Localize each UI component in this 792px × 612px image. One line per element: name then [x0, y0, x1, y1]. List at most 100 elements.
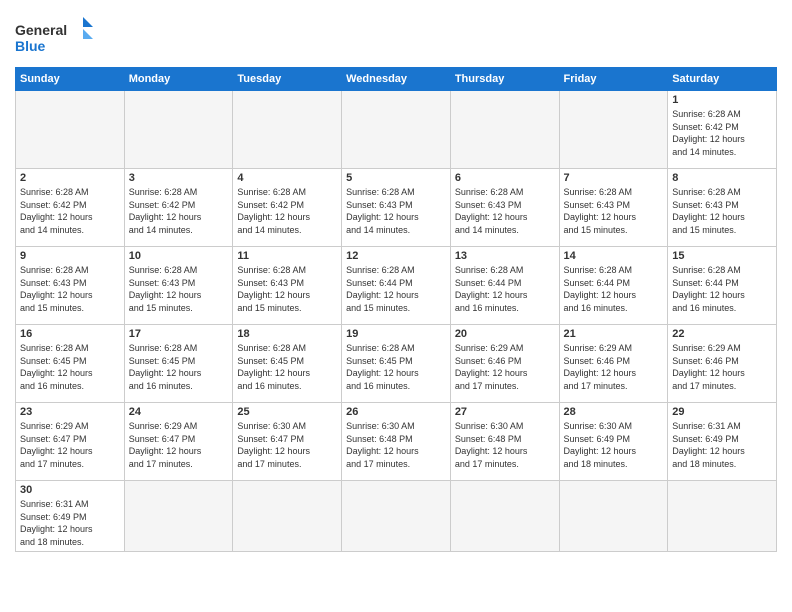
day-number: 28 — [564, 406, 664, 418]
day-info: Sunrise: 6:28 AM Sunset: 6:42 PM Dayligh… — [129, 186, 229, 236]
calendar-cell: 12 Sunrise: 6:28 AM Sunset: 6:44 PM Dayli… — [342, 247, 451, 325]
day-number: 3 — [129, 172, 229, 184]
day-info: Sunrise: 6:30 AM Sunset: 6:48 PM Dayligh… — [346, 420, 446, 470]
day-info: Sunrise: 6:28 AM Sunset: 6:44 PM Dayligh… — [672, 264, 772, 314]
calendar-cell — [450, 481, 559, 552]
day-number: 20 — [455, 328, 555, 340]
day-number: 5 — [346, 172, 446, 184]
calendar-cell — [559, 481, 668, 552]
calendar-week-row: 9 Sunrise: 6:28 AM Sunset: 6:43 PM Daylig… — [16, 247, 777, 325]
calendar-week-row: 1 Sunrise: 6:28 AM Sunset: 6:42 PM Daylig… — [16, 91, 777, 169]
day-info: Sunrise: 6:28 AM Sunset: 6:44 PM Dayligh… — [455, 264, 555, 314]
day-number: 19 — [346, 328, 446, 340]
day-info: Sunrise: 6:28 AM Sunset: 6:45 PM Dayligh… — [346, 342, 446, 392]
calendar-cell: 6 Sunrise: 6:28 AM Sunset: 6:43 PM Daylig… — [450, 169, 559, 247]
day-number: 9 — [20, 250, 120, 262]
calendar-cell: 15Sunrise: 6:28 AM Sunset: 6:44 PM Dayli… — [668, 247, 777, 325]
day-info: Sunrise: 6:28 AM Sunset: 6:43 PM Dayligh… — [346, 186, 446, 236]
calendar-cell: 18Sunrise: 6:28 AM Sunset: 6:45 PM Dayli… — [233, 325, 342, 403]
day-number: 4 — [237, 172, 337, 184]
calendar-cell — [342, 481, 451, 552]
day-info: Sunrise: 6:28 AM Sunset: 6:43 PM Dayligh… — [237, 264, 337, 314]
calendar-cell — [16, 91, 125, 169]
day-info: Sunrise: 6:29 AM Sunset: 6:47 PM Dayligh… — [20, 420, 120, 470]
calendar-cell: 3 Sunrise: 6:28 AM Sunset: 6:42 PM Daylig… — [124, 169, 233, 247]
calendar-cell: 30Sunrise: 6:31 AM Sunset: 6:49 PM Dayli… — [16, 481, 125, 552]
calendar-day-header: Wednesday — [342, 68, 451, 91]
day-info: Sunrise: 6:28 AM Sunset: 6:42 PM Dayligh… — [237, 186, 337, 236]
day-number: 29 — [672, 406, 772, 418]
day-number: 23 — [20, 406, 120, 418]
calendar-cell — [124, 481, 233, 552]
day-info: Sunrise: 6:28 AM Sunset: 6:42 PM Dayligh… — [20, 186, 120, 236]
logo-container: General Blue — [15, 15, 95, 57]
day-number: 1 — [672, 94, 772, 106]
calendar-cell — [668, 481, 777, 552]
day-info: Sunrise: 6:29 AM Sunset: 6:46 PM Dayligh… — [564, 342, 664, 392]
calendar-cell: 14Sunrise: 6:28 AM Sunset: 6:44 PM Dayli… — [559, 247, 668, 325]
calendar-day-header: Tuesday — [233, 68, 342, 91]
calendar-cell: 22 Sunrise: 6:29 AM Sunset: 6:46 PM Dayli… — [668, 325, 777, 403]
calendar-cell: 23 Sunrise: 6:29 AM Sunset: 6:47 PM Dayli… — [16, 403, 125, 481]
svg-text:General: General — [15, 22, 67, 38]
calendar-cell: 9 Sunrise: 6:28 AM Sunset: 6:43 PM Daylig… — [16, 247, 125, 325]
day-info: Sunrise: 6:28 AM Sunset: 6:45 PM Dayligh… — [20, 342, 120, 392]
day-info: Sunrise: 6:28 AM Sunset: 6:42 PM Dayligh… — [672, 108, 772, 158]
logo: General Blue — [15, 15, 95, 57]
calendar-day-header: Monday — [124, 68, 233, 91]
calendar-cell: 24 Sunrise: 6:29 AM Sunset: 6:47 PM Dayli… — [124, 403, 233, 481]
calendar-week-row: 2 Sunrise: 6:28 AM Sunset: 6:42 PM Daylig… — [16, 169, 777, 247]
day-number: 13 — [455, 250, 555, 262]
day-info: Sunrise: 6:29 AM Sunset: 6:46 PM Dayligh… — [672, 342, 772, 392]
calendar-cell: 2 Sunrise: 6:28 AM Sunset: 6:42 PM Daylig… — [16, 169, 125, 247]
calendar-cell: 5 Sunrise: 6:28 AM Sunset: 6:43 PM Daylig… — [342, 169, 451, 247]
calendar-cell: 1 Sunrise: 6:28 AM Sunset: 6:42 PM Daylig… — [668, 91, 777, 169]
calendar-cell: 28Sunrise: 6:30 AM Sunset: 6:49 PM Dayli… — [559, 403, 668, 481]
header: General Blue — [15, 15, 777, 57]
day-info: Sunrise: 6:28 AM Sunset: 6:43 PM Dayligh… — [20, 264, 120, 314]
calendar-cell: 7Sunrise: 6:28 AM Sunset: 6:43 PM Daylig… — [559, 169, 668, 247]
day-number: 12 — [346, 250, 446, 262]
day-info: Sunrise: 6:28 AM Sunset: 6:43 PM Dayligh… — [455, 186, 555, 236]
calendar-cell: 11 Sunrise: 6:28 AM Sunset: 6:43 PM Dayli… — [233, 247, 342, 325]
calendar-day-header: Saturday — [668, 68, 777, 91]
calendar-cell: 10Sunrise: 6:28 AM Sunset: 6:43 PM Dayli… — [124, 247, 233, 325]
calendar-cell — [450, 91, 559, 169]
day-info: Sunrise: 6:29 AM Sunset: 6:47 PM Dayligh… — [129, 420, 229, 470]
day-info: Sunrise: 6:28 AM Sunset: 6:44 PM Dayligh… — [346, 264, 446, 314]
day-info: Sunrise: 6:28 AM Sunset: 6:43 PM Dayligh… — [672, 186, 772, 236]
day-number: 16 — [20, 328, 120, 340]
day-info: Sunrise: 6:28 AM Sunset: 6:45 PM Dayligh… — [237, 342, 337, 392]
page: General Blue SundayMondayTuesdayWednesda… — [0, 0, 792, 612]
day-info: Sunrise: 6:30 AM Sunset: 6:48 PM Dayligh… — [455, 420, 555, 470]
day-number: 6 — [455, 172, 555, 184]
calendar-cell: 4 Sunrise: 6:28 AM Sunset: 6:42 PM Daylig… — [233, 169, 342, 247]
calendar-day-header: Friday — [559, 68, 668, 91]
day-info: Sunrise: 6:31 AM Sunset: 6:49 PM Dayligh… — [672, 420, 772, 470]
calendar-cell: 21Sunrise: 6:29 AM Sunset: 6:46 PM Dayli… — [559, 325, 668, 403]
day-number: 25 — [237, 406, 337, 418]
calendar-cell: 17 Sunrise: 6:28 AM Sunset: 6:45 PM Dayli… — [124, 325, 233, 403]
day-info: Sunrise: 6:29 AM Sunset: 6:46 PM Dayligh… — [455, 342, 555, 392]
day-number: 26 — [346, 406, 446, 418]
calendar-day-header: Thursday — [450, 68, 559, 91]
day-number: 22 — [672, 328, 772, 340]
day-info: Sunrise: 6:28 AM Sunset: 6:44 PM Dayligh… — [564, 264, 664, 314]
day-number: 27 — [455, 406, 555, 418]
day-info: Sunrise: 6:30 AM Sunset: 6:47 PM Dayligh… — [237, 420, 337, 470]
calendar-cell: 20 Sunrise: 6:29 AM Sunset: 6:46 PM Dayli… — [450, 325, 559, 403]
day-number: 17 — [129, 328, 229, 340]
day-number: 11 — [237, 250, 337, 262]
day-number: 8 — [672, 172, 772, 184]
day-number: 2 — [20, 172, 120, 184]
day-number: 24 — [129, 406, 229, 418]
day-number: 7 — [564, 172, 664, 184]
day-info: Sunrise: 6:28 AM Sunset: 6:45 PM Dayligh… — [129, 342, 229, 392]
calendar-cell: 8 Sunrise: 6:28 AM Sunset: 6:43 PM Daylig… — [668, 169, 777, 247]
calendar-cell — [233, 91, 342, 169]
calendar-cell — [124, 91, 233, 169]
calendar-cell — [342, 91, 451, 169]
calendar-cell: 25 Sunrise: 6:30 AM Sunset: 6:47 PM Dayli… — [233, 403, 342, 481]
calendar-cell: 29 Sunrise: 6:31 AM Sunset: 6:49 PM Dayli… — [668, 403, 777, 481]
calendar-table: SundayMondayTuesdayWednesdayThursdayFrid… — [15, 67, 777, 552]
